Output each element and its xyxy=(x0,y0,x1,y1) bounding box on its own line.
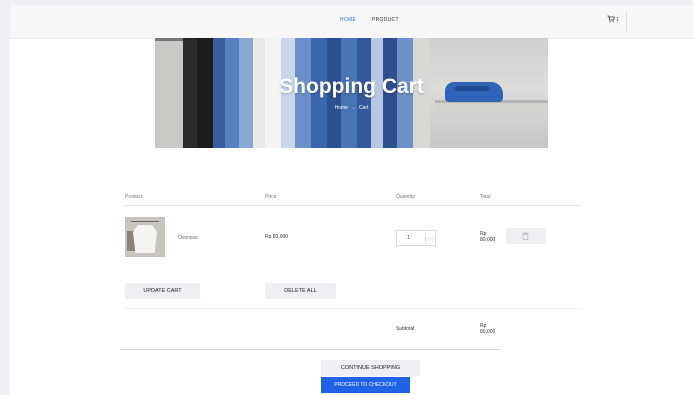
breadcrumb: Home → Cart xyxy=(155,105,548,111)
page: HOME PRODUCT 1 Shopping Cart Home → Cart… xyxy=(10,5,693,395)
hero-banner: Shopping Cart Home → Cart xyxy=(155,38,548,148)
checkout-button[interactable]: PROCEED TO CHECKOUT xyxy=(321,377,410,393)
subtotal-label: Subtotal xyxy=(396,326,415,332)
nav-divider xyxy=(626,11,627,33)
row-divider xyxy=(125,308,581,309)
breadcrumb-home[interactable]: Home xyxy=(335,105,348,111)
breadcrumb-current: Cart xyxy=(358,105,369,111)
nav-cart-button[interactable]: 1 xyxy=(607,15,623,25)
column-header-price: Price xyxy=(265,194,277,200)
product-name[interactable]: Oversize xyxy=(178,235,198,241)
top-nav: HOME PRODUCT 1 xyxy=(10,5,693,39)
quantity-arrows[interactable] xyxy=(425,231,436,245)
row-total-amount: 80,000 xyxy=(480,237,496,243)
nav-link-product[interactable]: PRODUCT xyxy=(372,17,399,23)
table-header-divider xyxy=(125,205,581,206)
delete-all-button[interactable]: DELETE ALL xyxy=(265,283,336,299)
cart-count-badge: 1 xyxy=(616,17,619,23)
quantity-value[interactable]: 1 xyxy=(407,235,410,241)
column-header-product: Product xyxy=(125,194,143,200)
subtotal-divider xyxy=(120,349,501,350)
product-thumbnail[interactable] xyxy=(125,217,165,257)
quantity-stepper[interactable]: 1 xyxy=(396,230,436,246)
update-cart-button[interactable]: UPDATE CART xyxy=(125,283,200,299)
column-header-total: Total xyxy=(480,194,491,200)
breadcrumb-separator: → xyxy=(350,105,356,111)
page-title: Shopping Cart xyxy=(279,75,424,98)
trash-icon xyxy=(522,232,529,240)
column-header-quantity: Quantity xyxy=(396,194,415,200)
nav-link-home[interactable]: HOME xyxy=(340,17,356,23)
product-price: Rp 80,000 xyxy=(265,234,289,240)
continue-shopping-button[interactable]: CONTINUE SHOPPING xyxy=(321,360,420,376)
cart-icon xyxy=(607,15,615,23)
subtotal-amount: 80,000 xyxy=(480,329,496,335)
remove-item-button[interactable] xyxy=(506,228,546,244)
quantity-decrement[interactable] xyxy=(426,238,436,245)
